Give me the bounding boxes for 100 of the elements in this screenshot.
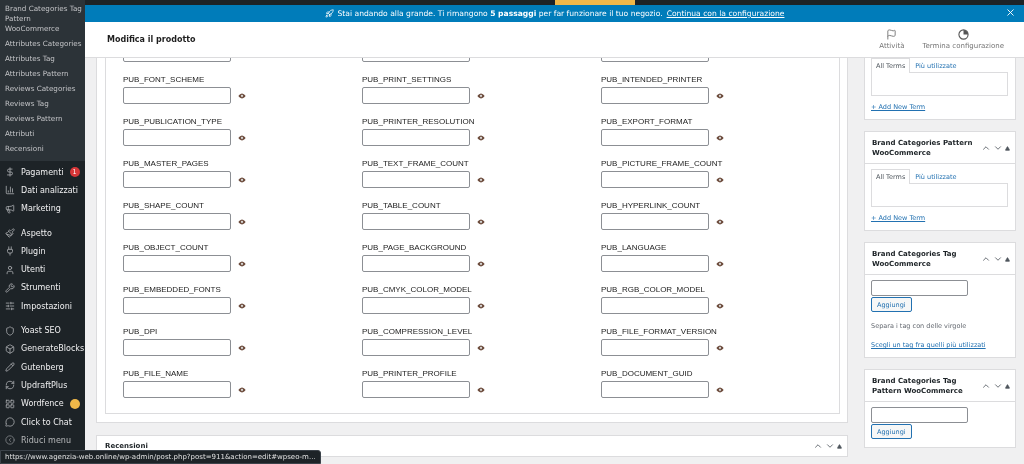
eye-icon[interactable]	[238, 176, 246, 183]
eye-icon[interactable]	[477, 260, 485, 267]
triangle-icon	[1005, 383, 1010, 389]
triangle-icon	[1005, 145, 1010, 151]
eye-icon[interactable]	[238, 386, 246, 393]
field-label: PUB_EXPORT_FORMAT	[601, 117, 694, 126]
input-field[interactable]	[601, 339, 709, 356]
menu-item[interactable]: Wordfence	[0, 394, 85, 413]
input-field[interactable]	[601, 171, 709, 188]
user-icon	[5, 264, 15, 275]
field-label: PUB_TABLE_COUNT	[362, 201, 442, 210]
input-field[interactable]	[123, 129, 231, 146]
field-label: PUB_FONT_SCHEME	[123, 75, 206, 84]
menu-item[interactable]: Dati analizzati	[0, 181, 85, 200]
plug-icon	[5, 246, 15, 257]
eye-icon[interactable]	[238, 260, 246, 267]
menu-item[interactable]: Marketing	[0, 199, 85, 218]
eye-icon[interactable]	[238, 92, 246, 99]
input-field[interactable]	[601, 381, 709, 398]
toggle-button[interactable]	[1004, 145, 1011, 151]
chevron-down-icon	[993, 381, 1003, 391]
eye-icon[interactable]	[716, 302, 724, 309]
field-label: PUB_PRINTER_RESOLUTION	[362, 117, 476, 126]
input-field[interactable]	[601, 129, 709, 146]
move-up-button[interactable]	[980, 381, 992, 391]
menu-item[interactable]: Riduci menu	[0, 431, 85, 450]
input-field[interactable]	[123, 213, 231, 230]
eye-icon[interactable]	[477, 176, 485, 183]
eye-icon[interactable]	[716, 386, 724, 393]
chat-icon	[5, 417, 15, 427]
input-field[interactable]	[123, 255, 231, 272]
eye-icon[interactable]	[716, 176, 724, 183]
menu-item[interactable]: Strumenti	[0, 278, 85, 298]
input-field[interactable]	[601, 255, 709, 272]
menu-item[interactable]: Gutenberg	[0, 357, 85, 377]
eye-icon[interactable]	[477, 134, 485, 141]
close-button[interactable]	[1005, 7, 1016, 18]
input-field[interactable]	[362, 255, 470, 272]
eye-icon[interactable]	[238, 134, 246, 141]
input-field[interactable]	[123, 87, 231, 104]
move-up-button[interactable]	[812, 441, 824, 451]
megaphone-icon	[5, 203, 15, 214]
input-field[interactable]	[362, 339, 470, 356]
input-field[interactable]	[362, 171, 470, 188]
input-field[interactable]	[123, 171, 231, 188]
eye-icon[interactable]	[238, 302, 246, 309]
eye-icon[interactable]	[477, 302, 485, 309]
menu-item[interactable]: UpdraftPlus	[0, 376, 85, 395]
toggle-button[interactable]	[1004, 256, 1011, 262]
input-field[interactable]	[123, 297, 231, 314]
eye-icon[interactable]	[716, 344, 724, 351]
pencil-icon	[5, 362, 15, 373]
field-label: PUB_PRINTER_PROFILE	[362, 369, 458, 378]
wrench-icon	[5, 282, 15, 293]
input-field[interactable]	[362, 381, 470, 398]
input-field[interactable]	[123, 339, 231, 356]
eye-icon[interactable]	[716, 218, 724, 225]
menu-item[interactable]: Aspetto	[0, 223, 85, 243]
input-field[interactable]	[362, 87, 470, 104]
menu-item[interactable]: GenerateBlocks	[0, 339, 85, 358]
eye-icon[interactable]	[716, 92, 724, 99]
move-up-button[interactable]	[980, 143, 992, 153]
input-field[interactable]	[601, 87, 709, 104]
eye-icon[interactable]	[477, 92, 485, 99]
input-field[interactable]	[601, 297, 709, 314]
eye-icon[interactable]	[477, 218, 485, 225]
move-up-button[interactable]	[980, 254, 992, 264]
field-label: PUB_PICTURE_FRAME_COUNT	[601, 159, 724, 168]
chevron-down-icon	[825, 441, 835, 451]
field-label: PUB_FILE_FORMAT_VERSION	[601, 327, 718, 336]
shield-icon	[5, 325, 15, 336]
input-field[interactable]	[123, 381, 231, 398]
tag-input-field[interactable]	[871, 280, 968, 296]
input-field[interactable]	[362, 129, 470, 146]
toggle-button[interactable]	[1004, 383, 1011, 389]
input-field[interactable]	[362, 297, 470, 314]
progress-icon	[957, 29, 969, 40]
menu-item[interactable]: Click to Chat	[0, 412, 85, 432]
input-field[interactable]	[362, 213, 470, 230]
dollar-icon	[5, 167, 15, 178]
field-label: PUB_PUBLICATION_TYPE	[123, 117, 223, 126]
eye-icon[interactable]	[716, 260, 724, 267]
field-label: PUB_OBJECT_COUNT	[123, 243, 210, 252]
eye-icon[interactable]	[477, 386, 485, 393]
toggle-button[interactable]	[836, 443, 843, 449]
field-label: PUB_EMBEDDED_FONTS	[123, 285, 222, 294]
eye-icon[interactable]	[716, 134, 724, 141]
eye-icon[interactable]	[477, 344, 485, 351]
menu-item[interactable]: Utenti	[0, 260, 85, 279]
grid-icon	[5, 398, 15, 409]
menu-item[interactable]: Plugin	[0, 242, 85, 261]
menu-item[interactable]: Yoast SEO	[0, 321, 85, 340]
field-label: PUB_DOCUMENT_GUID	[601, 369, 694, 378]
eye-icon[interactable]	[238, 218, 246, 225]
triangle-icon	[837, 443, 842, 449]
input-field[interactable]	[601, 213, 709, 230]
eye-icon[interactable]	[238, 344, 246, 351]
tag-input-field[interactable]	[871, 407, 968, 423]
menu-item[interactable]: Impostazioni	[0, 297, 85, 316]
field-label: PUB_FILE_NAME	[123, 369, 190, 378]
